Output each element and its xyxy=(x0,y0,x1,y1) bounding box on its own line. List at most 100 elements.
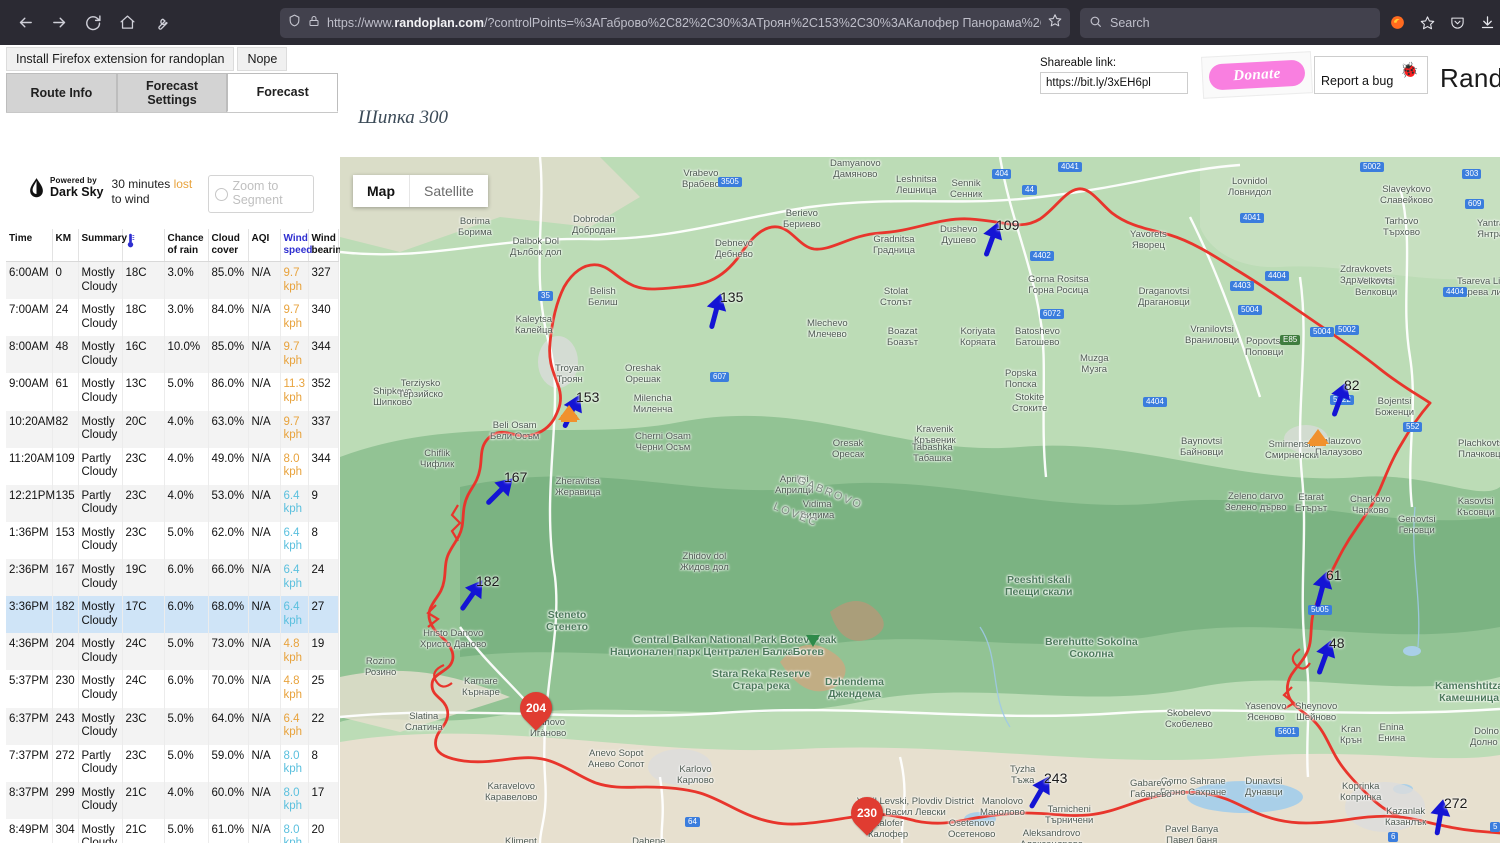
table-row[interactable]: 6:37PM 243 Mostly Cloudy 23C 5.0% 64.0% N/A 6.4… xyxy=(6,707,339,745)
donate-banner[interactable]: Donate xyxy=(1200,51,1314,99)
bookmark-star-icon[interactable] xyxy=(1048,13,1062,32)
road-shield: 5 xyxy=(1490,822,1500,832)
table-row[interactable]: 10:20AM 82 Mostly Cloudy 20C 4.0% 63.0% N/A 9.7… xyxy=(6,410,339,448)
table-row[interactable]: 8:00AM 48 Mostly Cloudy 16C 10.0% 85.0% N/A 9.7… xyxy=(6,336,339,374)
forecast-cell-cloud: 62.0% xyxy=(208,521,249,559)
tab-route-info[interactable]: Route Info xyxy=(6,73,117,112)
extension-notification-bar: Install Firefox extension for randoplan … xyxy=(6,47,288,71)
road-shield: 5601 xyxy=(1275,727,1299,737)
lock-icon[interactable] xyxy=(308,14,320,32)
table-row[interactable]: 7:00AM 24 Mostly Cloudy 18C 3.0% 84.0% N/A 9.7 … xyxy=(6,299,339,337)
table-row[interactable]: 5:37PM 230 Mostly Cloudy 24C 6.0% 70.0% N/A 4.8… xyxy=(6,670,339,708)
table-row[interactable]: 3:36PM 182 Mostly Cloudy 17C 6.0% 68.0% N/A 6.4… xyxy=(6,596,339,634)
col-chance-of-rain[interactable]: Chance of rain xyxy=(164,229,209,262)
forecast-cell-aqi: N/A xyxy=(248,447,281,485)
forecast-cell-aqi: N/A xyxy=(248,633,281,671)
forecast-meta-row: Powered by Dark Sky 30 minutes lost to w… xyxy=(6,175,338,225)
tab-forecast[interactable]: Forecast xyxy=(227,73,339,112)
table-row[interactable]: 2:36PM 167 Mostly Cloudy 19C 6.0% 66.0% N/A 6.4… xyxy=(6,559,339,597)
wrench-icon[interactable] xyxy=(146,8,176,38)
col-wind-speed[interactable]: Wind speed xyxy=(280,229,312,262)
forecast-cell-wind-speed: 6.4 kph xyxy=(280,559,309,597)
forecast-cell-wind-speed: 9.7 kph xyxy=(280,261,309,300)
install-extension-button[interactable]: Install Firefox extension for randoplan xyxy=(6,47,235,71)
shareable-link-input[interactable] xyxy=(1040,72,1188,94)
mountain-hut-icon[interactable] xyxy=(1307,429,1329,446)
url-text: https://www.randoplan.com/?controlPoints… xyxy=(327,15,1041,30)
col-temperature[interactable] xyxy=(122,229,165,262)
col-km[interactable]: KM xyxy=(52,229,79,262)
address-bar[interactable]: https://www.randoplan.com/?controlPoints… xyxy=(280,7,1070,38)
forecast-cell-wind-bearing: 344 xyxy=(308,336,339,374)
forecast-cell-aqi: N/A xyxy=(248,818,281,843)
mountain-hut-icon[interactable] xyxy=(558,405,580,422)
col-summary[interactable]: Summary xyxy=(78,229,127,262)
table-row[interactable]: 8:49PM304Mostly Cloudy21C5.0%61.0%N/A8.0… xyxy=(6,818,339,843)
forecast-cell-km: 243 xyxy=(52,707,79,745)
table-row[interactable]: 8:37PM 299 Mostly Cloudy 21C 4.0% 60.0% N/A 8.0… xyxy=(6,781,339,819)
forecast-cell-time: 1:36PM xyxy=(6,521,53,559)
table-row[interactable]: 9:00AM 61 Mostly Cloudy 13C 5.0% 86.0% N/A 11.3… xyxy=(6,373,339,411)
donate-button[interactable]: Donate xyxy=(1208,59,1306,91)
map-canvas[interactable]: Map Satellite Leshnitsa Лешница Vrabevo Вра… xyxy=(340,157,1500,843)
table-row[interactable]: 12:21PM 135 Partly Cloudy 23C 4.0% 53.0% N/A 6.… xyxy=(6,484,339,522)
tab-forecast-settings[interactable]: Forecast Settings xyxy=(116,73,228,112)
forecast-cell-wind-bearing: 20 xyxy=(308,818,339,843)
forecast-cell-time: 7:00AM xyxy=(6,299,53,337)
brand-name: Rand xyxy=(1440,63,1500,93)
table-row[interactable]: 11:20AM 109 Partly Cloudy 23C 4.0% 49.0% N/A 8.… xyxy=(6,447,339,485)
col-time[interactable]: Time xyxy=(6,229,53,262)
map-type-satellite[interactable]: Satellite xyxy=(409,175,488,207)
col-aqi[interactable]: AQI xyxy=(248,229,281,262)
forecast-cell-temperature: 17C xyxy=(122,596,165,634)
col-wind-bearing[interactable]: Wind bearing xyxy=(308,229,348,262)
forward-arrow-icon[interactable] xyxy=(44,8,74,38)
forecast-cell-cloud: 63.0% xyxy=(208,410,249,448)
forecast-table-wrapper[interactable]: Time KM Summary Chance of rain Cloud cov… xyxy=(6,229,348,843)
forecast-cell-wind-speed: 6.4 kph xyxy=(280,521,309,559)
segment-km-label: 82 xyxy=(1344,377,1360,393)
search-bar[interactable]: Search xyxy=(1080,7,1380,38)
road-shield: 4041 xyxy=(1240,213,1264,223)
pocket-icon[interactable] xyxy=(1444,10,1470,36)
forecast-cell-wind-bearing: 25 xyxy=(308,670,339,708)
forecast-cell-temperature: 16C xyxy=(122,336,165,374)
table-row[interactable]: 4:36PM 204 Mostly Cloudy 24C 5.0% 73.0% N/A 4.8… xyxy=(6,633,339,671)
home-icon[interactable] xyxy=(112,8,142,38)
reload-icon[interactable] xyxy=(78,8,108,38)
map-type-map[interactable]: Map xyxy=(353,175,409,207)
forecast-cell-temperature: 23C xyxy=(122,744,165,782)
zoom-to-segment-control[interactable]: Zoom to Segment xyxy=(207,175,314,213)
segment-km-label: 243 xyxy=(1044,770,1068,786)
forecast-cell-cloud: 60.0% xyxy=(208,781,249,819)
forecast-cell-wind-speed: 9.7 kph xyxy=(280,336,309,374)
forecast-cell-rain: 5.0% xyxy=(164,373,209,411)
road-shield: 404 xyxy=(992,169,1012,179)
table-row[interactable]: 1:36PM 153 Mostly Cloudy 23C 5.0% 62.0% N/A 6.4… xyxy=(6,521,339,559)
report-bug-button[interactable]: Report a bug 🐞 xyxy=(1314,56,1428,94)
firefox-icon[interactable] xyxy=(1384,10,1410,36)
dismiss-extension-button[interactable]: Nope xyxy=(237,47,288,71)
forecast-cell-summary: Mostly Cloudy xyxy=(78,559,123,597)
col-cloud-cover[interactable]: Cloud cover xyxy=(208,229,249,262)
zoom-to-segment-radio[interactable] xyxy=(214,187,228,201)
forecast-cell-wind-speed: 6.4 kph xyxy=(280,596,309,634)
download-icon[interactable] xyxy=(1474,10,1500,36)
forecast-cell-cloud: 85.0% xyxy=(208,336,249,374)
forecast-cell-wind-bearing: 8 xyxy=(308,521,339,559)
forecast-cell-aqi: N/A xyxy=(248,559,281,597)
forecast-cell-aqi: N/A xyxy=(248,373,281,411)
table-row[interactable]: 6:00AM 0 Mostly Cloudy 18C 3.0% 85.0% N/A 9.7 k… xyxy=(6,261,339,300)
back-arrow-icon[interactable] xyxy=(10,8,40,38)
forecast-cell-cloud: 84.0% xyxy=(208,299,249,337)
map-type-control[interactable]: Map Satellite xyxy=(353,175,488,207)
pocket-save-icon[interactable] xyxy=(1414,10,1440,36)
forecast-cell-summary: Partly Cloudy xyxy=(78,447,123,485)
table-row[interactable]: 7:37PM 272 Partly Cloudy 23C 5.0% 59.0% N/A 8.0… xyxy=(6,744,339,782)
shield-icon[interactable] xyxy=(288,13,301,32)
road-shield: 5004 xyxy=(1310,327,1334,337)
forecast-cell-temperature: 19C xyxy=(122,559,165,597)
forecast-cell-aqi: N/A xyxy=(248,744,281,782)
forecast-cell-wind-speed: 6.4 kph xyxy=(280,707,309,745)
forecast-cell-km: 82 xyxy=(52,410,79,448)
